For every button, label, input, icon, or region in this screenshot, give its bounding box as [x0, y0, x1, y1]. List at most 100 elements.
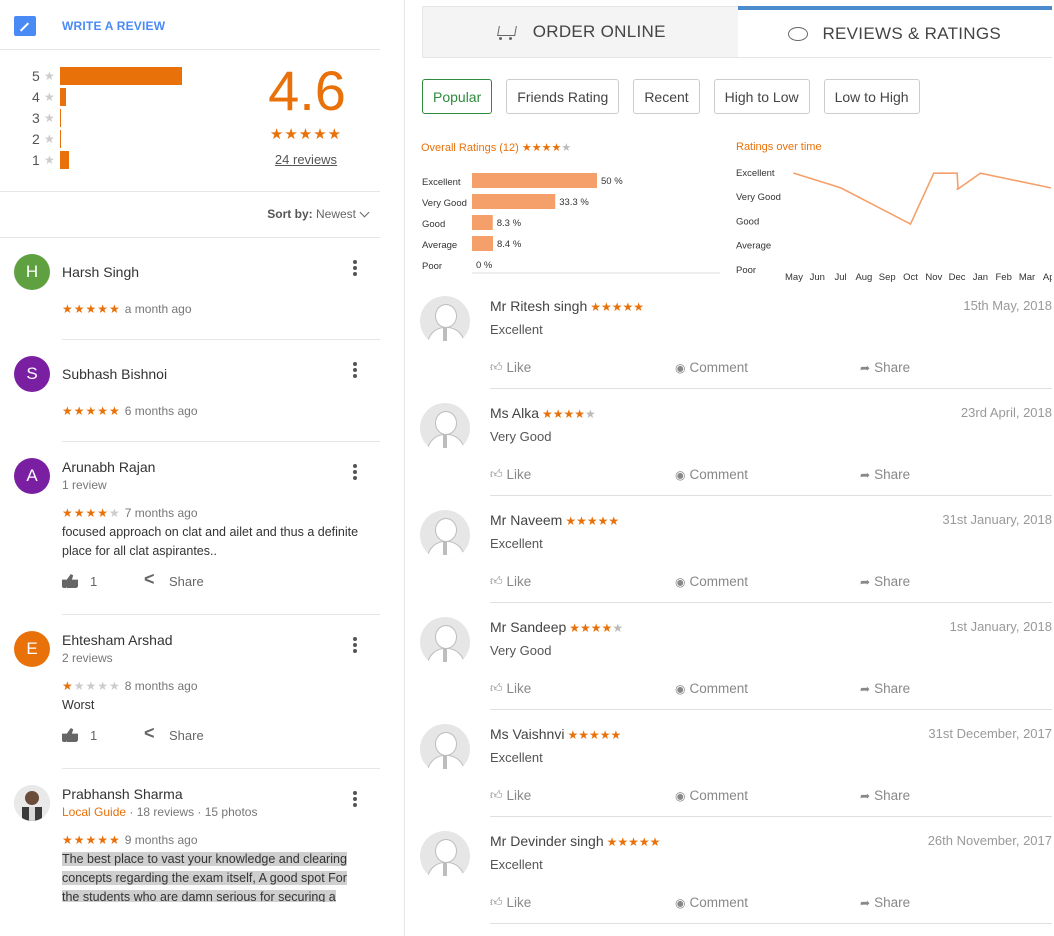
star-icon: ★ [44, 111, 55, 125]
user-avatar-icon [420, 724, 470, 774]
like-button[interactable]: 👍︎ Like [490, 681, 531, 696]
thumbs-up-icon: 👍︎ [490, 360, 503, 374]
write-review-button[interactable]: WRITE A REVIEW [14, 14, 165, 38]
bar-very-good [472, 194, 556, 209]
comment-button[interactable]: ◉ Comment [675, 788, 748, 803]
avatar[interactable]: S [14, 356, 50, 392]
share-arrow-icon: ➦ [860, 574, 871, 589]
review-stars: ★★★★★ [569, 621, 624, 635]
like-button[interactable]: 👍︎ Like [490, 574, 531, 589]
tab-reviews-ratings[interactable]: REVIEWS & RATINGS [737, 6, 1052, 58]
distribution-bar [60, 67, 182, 85]
like-button[interactable]: 👍︎ Like [490, 467, 531, 482]
pencil-icon [14, 16, 36, 36]
line-point [956, 172, 958, 175]
divider [490, 388, 1052, 389]
local-guide-badge[interactable]: Local Guide [62, 805, 126, 819]
reviewer-name[interactable]: Prabhansh Sharma [62, 786, 183, 802]
more-options-icon[interactable] [352, 635, 358, 655]
like-button[interactable]: 1 [62, 725, 97, 745]
reviewer-name[interactable]: Harsh Singh [62, 264, 139, 280]
filter-low-to-high[interactable]: Low to High [823, 79, 920, 114]
like-label: Like [506, 574, 532, 589]
reviewer-name[interactable]: Ms Alka ★★★★★ [490, 405, 596, 421]
review-time: 6 months ago [124, 404, 198, 418]
avatar[interactable]: H [14, 254, 50, 290]
reviews-count-link[interactable]: 24 reviews [262, 152, 350, 167]
review-stars: ★★★★★ 8 months ago [62, 679, 198, 693]
line-point [1049, 186, 1052, 189]
avatar[interactable]: A [14, 458, 50, 494]
share-button[interactable]: Share [144, 569, 204, 591]
comment-button[interactable]: ◉ Comment [675, 681, 748, 696]
y-tick-label: Average [736, 241, 771, 252]
more-options-icon[interactable] [352, 789, 358, 809]
like-button[interactable]: 👍︎ Like [490, 788, 531, 803]
share-button[interactable]: ➦ Share [860, 467, 910, 482]
cart-icon [495, 23, 517, 41]
share-button[interactable]: ➦ Share [860, 574, 910, 589]
y-tick-label: Poor [736, 265, 756, 276]
distribution-row: 4 ★ [32, 87, 66, 107]
reviewer-name[interactable]: Arunabh Rajan [62, 459, 155, 475]
sort-dropdown[interactable]: Sort by: Newest [267, 207, 370, 221]
avatar[interactable]: E [14, 631, 50, 667]
like-button[interactable]: 👍︎ Like [490, 895, 531, 910]
comment-label: Comment [689, 467, 748, 482]
comment-icon: ◉ [675, 360, 686, 375]
like-label: Like [506, 360, 532, 375]
filter-popular[interactable]: Popular [422, 79, 493, 114]
more-options-icon[interactable] [352, 360, 358, 380]
bar-value-label: 0 % [476, 260, 493, 271]
comment-button[interactable]: ◉ Comment [675, 360, 748, 375]
more-options-icon[interactable] [352, 258, 358, 278]
reviewer-name[interactable]: Mr Ritesh singh ★★★★★ [490, 298, 644, 314]
review-date: 1st January, 2018 [949, 619, 1052, 634]
bar-category-label: Very Good [422, 198, 467, 209]
divider [490, 816, 1052, 817]
y-tick-label: Very Good [736, 192, 781, 203]
reviewer-review-count: 2 reviews [62, 651, 113, 665]
x-tick-label: May [785, 272, 803, 283]
avatar[interactable] [14, 785, 50, 821]
share-arrow-icon: ➦ [860, 360, 871, 375]
like-button[interactable]: 1 [62, 571, 97, 591]
star-icon: ★ [44, 90, 55, 104]
distribution-bar [60, 109, 61, 127]
review-text: Excellent [490, 536, 543, 551]
divider [490, 923, 1052, 924]
filter-friends-rating[interactable]: Friends Rating [506, 79, 620, 114]
distribution-row: 2 ★ [32, 129, 61, 149]
comment-label: Comment [689, 574, 748, 589]
review-date: 23rd April, 2018 [960, 405, 1052, 420]
tab-order-online[interactable]: ORDER ONLINE [422, 6, 738, 58]
reviewer-name[interactable]: Mr Sandeep ★★★★★ [490, 619, 623, 635]
comment-button[interactable]: ◉ Comment [675, 467, 748, 482]
share-button[interactable]: ➦ Share [860, 360, 910, 375]
reviewer-name[interactable]: Ms Vaishnvi ★★★★★ [490, 726, 621, 742]
reviewer-name[interactable]: Mr Devinder singh ★★★★★ [490, 833, 660, 849]
share-button[interactable]: ➦ Share [860, 681, 910, 696]
like-button[interactable]: 👍︎ Like [490, 360, 531, 375]
distribution-star-number: 3 [32, 110, 40, 126]
comment-button[interactable]: ◉ Comment [675, 895, 748, 910]
comment-button[interactable]: ◉ Comment [675, 574, 748, 589]
filter-recent[interactable]: Recent [633, 79, 700, 114]
reviewer-name[interactable]: Ehtesham Arshad [62, 632, 173, 648]
filter-high-to-low[interactable]: High to Low [713, 79, 810, 114]
share-button[interactable]: ➦ Share [860, 895, 910, 910]
reviewer-name-text: Mr Sandeep [490, 619, 567, 635]
star-icon: ★ [44, 69, 55, 83]
reviewer-name[interactable]: Mr Naveem ★★★★★ [490, 512, 619, 528]
x-tick-label: Oct [903, 272, 918, 283]
reviewer-name[interactable]: Subhash Bishnoi [62, 366, 167, 382]
more-options-icon[interactable] [352, 462, 358, 482]
share-arrow-icon: ➦ [860, 788, 871, 803]
tab-reviews-ratings-label: REVIEWS & RATINGS [822, 23, 1002, 43]
thumbs-up-icon: 👍︎ [490, 467, 503, 481]
share-button[interactable]: ➦ Share [860, 788, 910, 803]
sort-label: Sort by: [267, 207, 313, 221]
share-button[interactable]: Share [144, 723, 204, 745]
comment-icon: ◉ [675, 788, 686, 803]
bar-value-label: 33.3 % [559, 197, 589, 208]
